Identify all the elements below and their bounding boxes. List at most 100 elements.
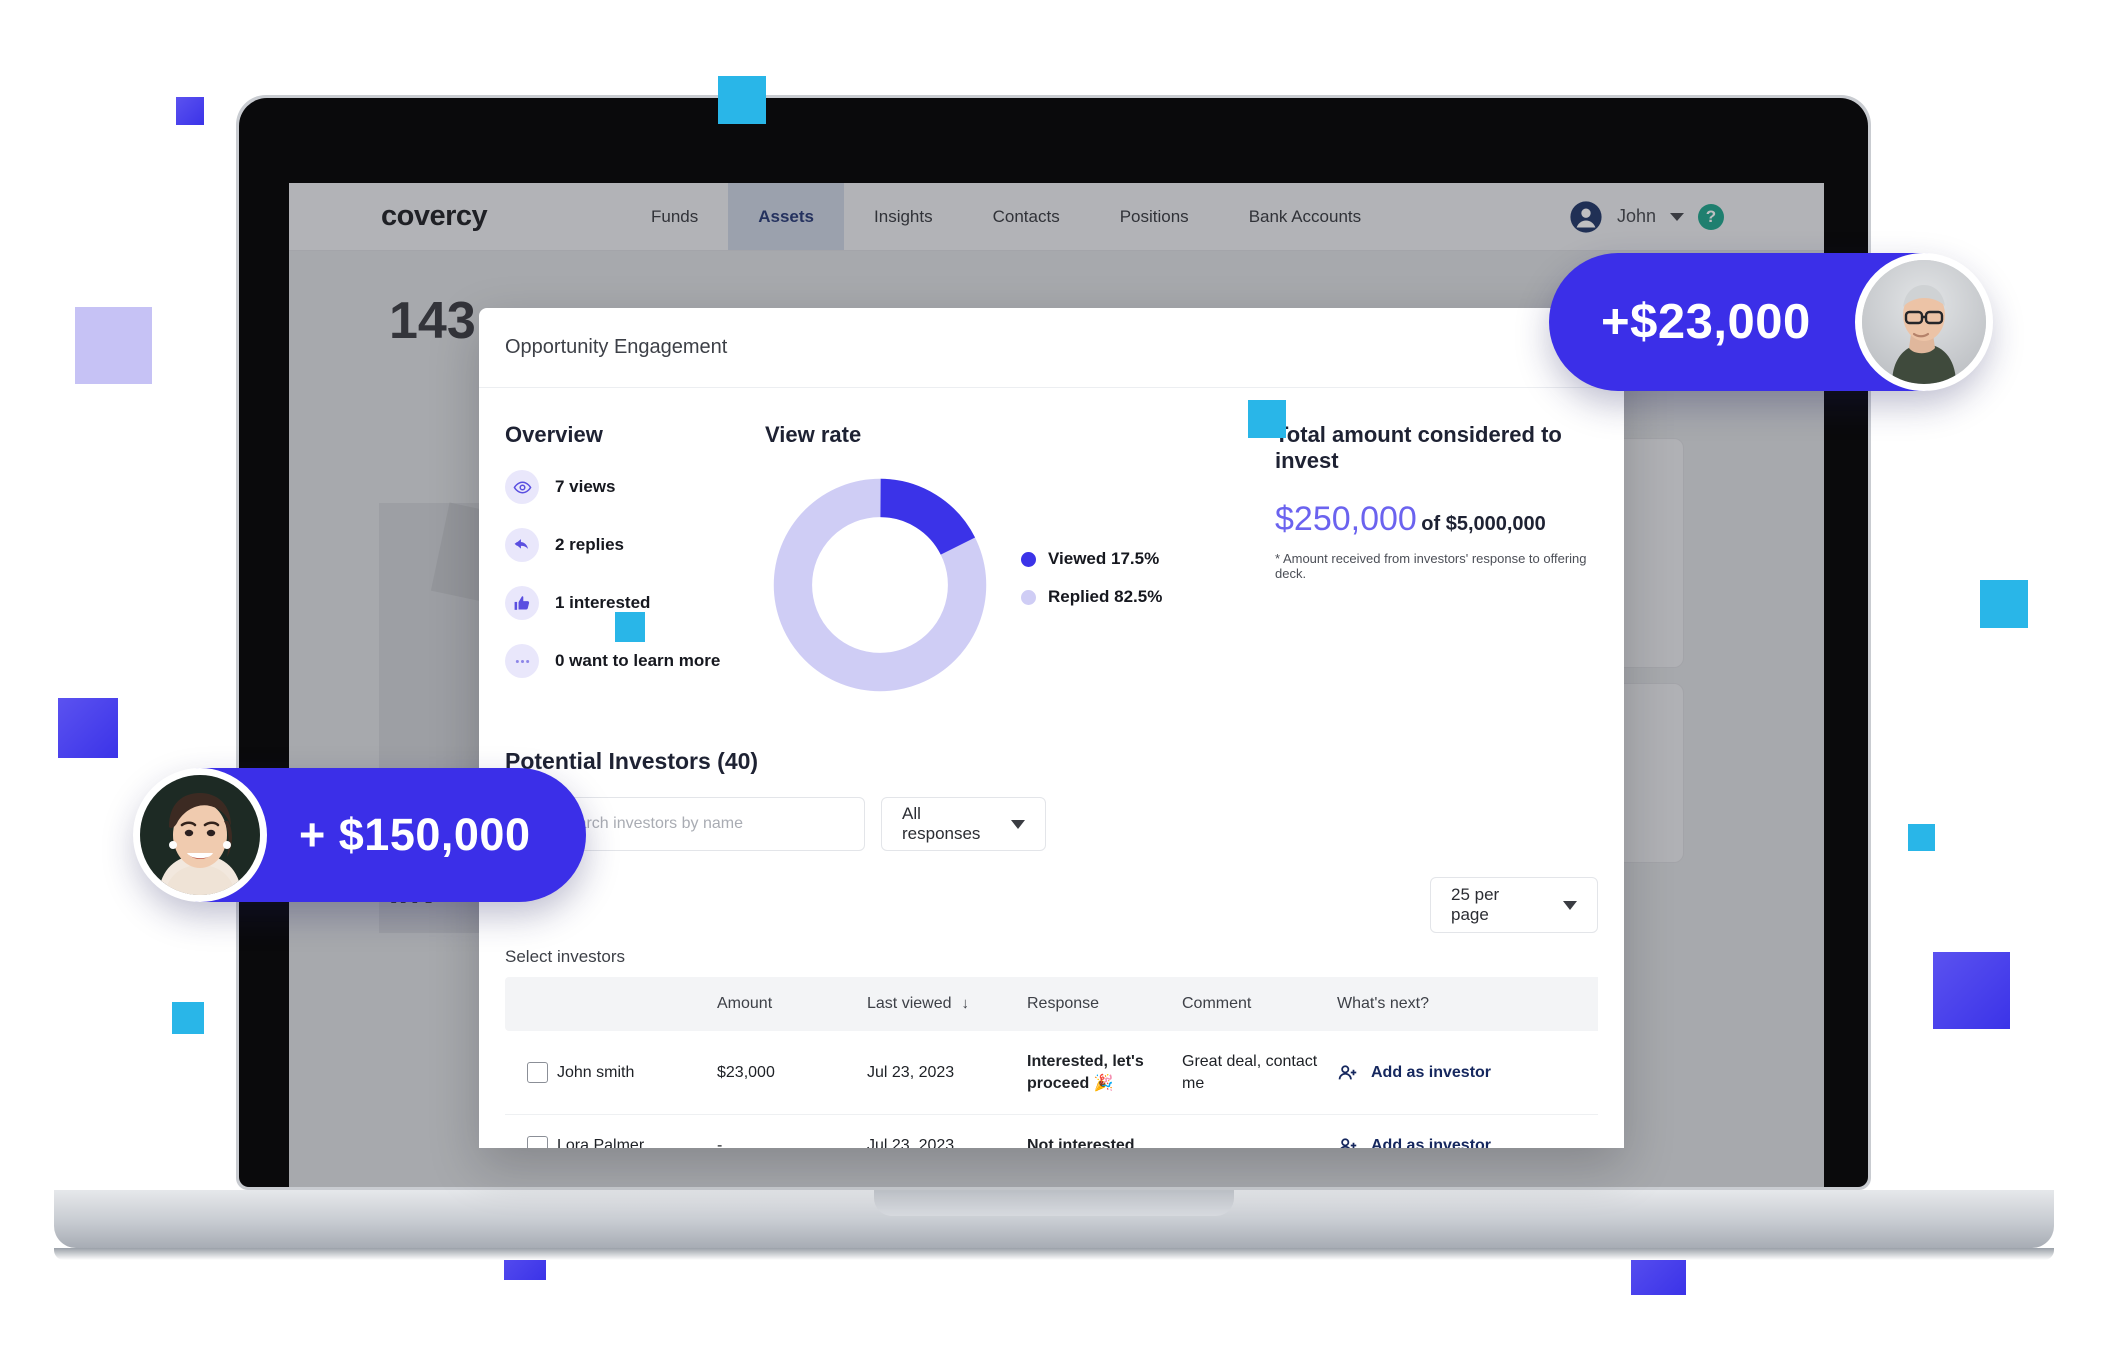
reply-icon [505, 528, 539, 562]
per-page-select[interactable]: 25 per page [1430, 877, 1598, 933]
stat-replies-label: 2 replies [555, 535, 624, 554]
col-amount[interactable]: Amount [717, 977, 867, 1031]
legend-item-replied: Replied 82.5% [1021, 587, 1162, 607]
investor-photo-male-image [1861, 260, 1986, 384]
decor-square-blue-1 [176, 97, 204, 125]
overview-panel: Overview 7 views 2 replies 1 interested … [505, 422, 765, 702]
nav-item-bank-accounts[interactable]: Bank Accounts [1219, 183, 1391, 250]
row-amount: - [717, 1114, 867, 1148]
add-as-investor-label: Add as investor [1371, 1063, 1492, 1081]
row-amount: $23,000 [717, 1031, 867, 1116]
row-checkbox-cell[interactable] [505, 1031, 557, 1116]
top-navbar: covercy Funds Assets Insights Contacts P… [289, 183, 1824, 251]
decor-square-cyan-3 [615, 612, 645, 642]
col-whats-next[interactable]: What's next? [1337, 977, 1598, 1031]
amount-badge-right: +$23,000 [1549, 253, 1993, 391]
thumbs-up-icon [505, 586, 539, 620]
decor-square-cyan-top [718, 76, 766, 124]
row-action-cell[interactable]: Add as investor [1337, 1114, 1598, 1148]
page-root: covercy Funds Assets Insights Contacts P… [0, 0, 2126, 1350]
laptop-base-foot [54, 1248, 2054, 1260]
add-user-icon [1338, 1064, 1357, 1080]
chevron-down-icon [1563, 900, 1577, 910]
response-filter-value: All responses [902, 804, 981, 843]
overview-title: Overview [505, 422, 603, 447]
investor-photo-female-image [140, 775, 260, 895]
select-investors-label: Select investors [505, 947, 625, 966]
total-amount-row: $250,000 of $5,000,000 [1275, 500, 1598, 539]
response-filter-select[interactable]: All responses [881, 797, 1046, 851]
help-icon[interactable]: ? [1698, 203, 1724, 230]
legend-dot-replied [1021, 589, 1036, 605]
stat-views-label: 7 views [555, 477, 616, 496]
nav-item-assets[interactable]: Assets [728, 183, 845, 250]
opportunity-engagement-modal: Opportunity Engagement Overview 7 views [479, 308, 1624, 1148]
legend-item-viewed: Viewed 17.5% [1021, 549, 1162, 569]
total-amount-title: Total amount considered to invest [1275, 422, 1562, 473]
stat-views: 7 views [505, 470, 765, 504]
modal-panels: Overview 7 views 2 replies 1 interested … [479, 388, 1624, 702]
donut-svg [773, 478, 987, 692]
row-checkbox-cell[interactable] [505, 1114, 557, 1148]
total-amount-of: of $5,000,000 [1421, 513, 1546, 535]
add-as-investor-label: Add as investor [1371, 1137, 1492, 1148]
col-last-viewed[interactable]: Last viewed ↓ [867, 977, 1027, 1031]
table-row[interactable]: Lora Palmer - Jul 23, 2023 Not intereste… [505, 1114, 1598, 1148]
decor-square-lavender-1 [75, 307, 152, 384]
chevron-down-icon[interactable] [1670, 212, 1684, 221]
row-response: Not interested [1027, 1114, 1182, 1148]
add-as-investor-button[interactable]: Add as investor [1337, 1062, 1598, 1084]
stat-learn-more: 0 want to learn more [505, 644, 765, 678]
background-big-number: 143 [389, 292, 476, 350]
nav-item-funds[interactable]: Funds [621, 183, 728, 250]
laptop-base-notch [874, 1190, 1234, 1216]
row-checkbox[interactable] [527, 1062, 548, 1084]
covercy-logo[interactable]: covercy [381, 200, 621, 233]
row-comment: Great deal, contact me [1182, 1031, 1337, 1116]
col-name [557, 977, 717, 1031]
nav-links: Funds Assets Insights Contacts Positions… [621, 183, 1391, 250]
col-response[interactable]: Response [1027, 977, 1182, 1031]
view-rate-legend: Viewed 17.5% Replied 82.5% [1021, 545, 1162, 625]
col-comment[interactable]: Comment [1182, 977, 1337, 1031]
amount-badge-right-text: +$23,000 [1601, 295, 1811, 349]
col-checkbox [505, 977, 557, 1031]
sort-arrow-icon[interactable]: ↓ [962, 995, 970, 1012]
total-amount-value: $250,000 [1275, 500, 1417, 538]
legend-label-replied: Replied 82.5% [1048, 587, 1163, 606]
table-row[interactable]: John smith $23,000 Jul 23, 2023 Interest… [505, 1031, 1598, 1116]
investor-filters: Search investors by name All responses [505, 797, 1598, 851]
row-comment [1182, 1114, 1337, 1148]
row-name: Lora Palmer [557, 1114, 717, 1148]
nav-item-insights[interactable]: Insights [844, 183, 963, 250]
row-checkbox[interactable] [527, 1135, 548, 1148]
view-rate-chart-row: Viewed 17.5% Replied 82.5% [765, 470, 1265, 700]
nav-item-positions[interactable]: Positions [1090, 183, 1219, 250]
stat-learn-more-label: 0 want to learn more [555, 651, 721, 670]
legend-dot-viewed [1021, 551, 1036, 567]
potential-investors-heading: Potential Investors (40) [505, 748, 759, 774]
row-action-cell[interactable]: Add as investor [1337, 1031, 1598, 1116]
decor-square-blue-2 [58, 698, 118, 758]
user-menu[interactable]: John ? [1569, 200, 1724, 234]
per-page-value: 25 per page [1451, 885, 1500, 924]
decor-square-cyan-2 [1248, 400, 1286, 438]
laptop-base [54, 1190, 2054, 1248]
row-response: Interested, let's proceed 🎉 [1027, 1031, 1182, 1116]
eye-icon [505, 470, 539, 504]
decor-square-cyan-right-2 [1908, 824, 1935, 851]
investors-table-body: John smith $23,000 Jul 23, 2023 Interest… [505, 1031, 1598, 1148]
add-as-investor-button[interactable]: Add as investor [1337, 1135, 1598, 1148]
nav-item-contacts[interactable]: Contacts [963, 183, 1090, 250]
row-last-viewed: Jul 23, 2023 [867, 1114, 1027, 1148]
add-user-icon [1340, 1138, 1357, 1148]
stat-interested-label: 1 interested [555, 593, 651, 612]
row-name: John smith [557, 1031, 717, 1116]
user-name: John [1616, 206, 1656, 226]
modal-header: Opportunity Engagement [479, 308, 1624, 388]
investor-photo-female [133, 768, 267, 902]
total-amount-note: * Amount received from investors' respon… [1275, 551, 1587, 581]
table-header-row: Amount Last viewed ↓ Response Comment Wha… [505, 977, 1598, 1031]
col-last-viewed-label: Last viewed [867, 995, 952, 1012]
ellipsis-icon [505, 644, 539, 678]
